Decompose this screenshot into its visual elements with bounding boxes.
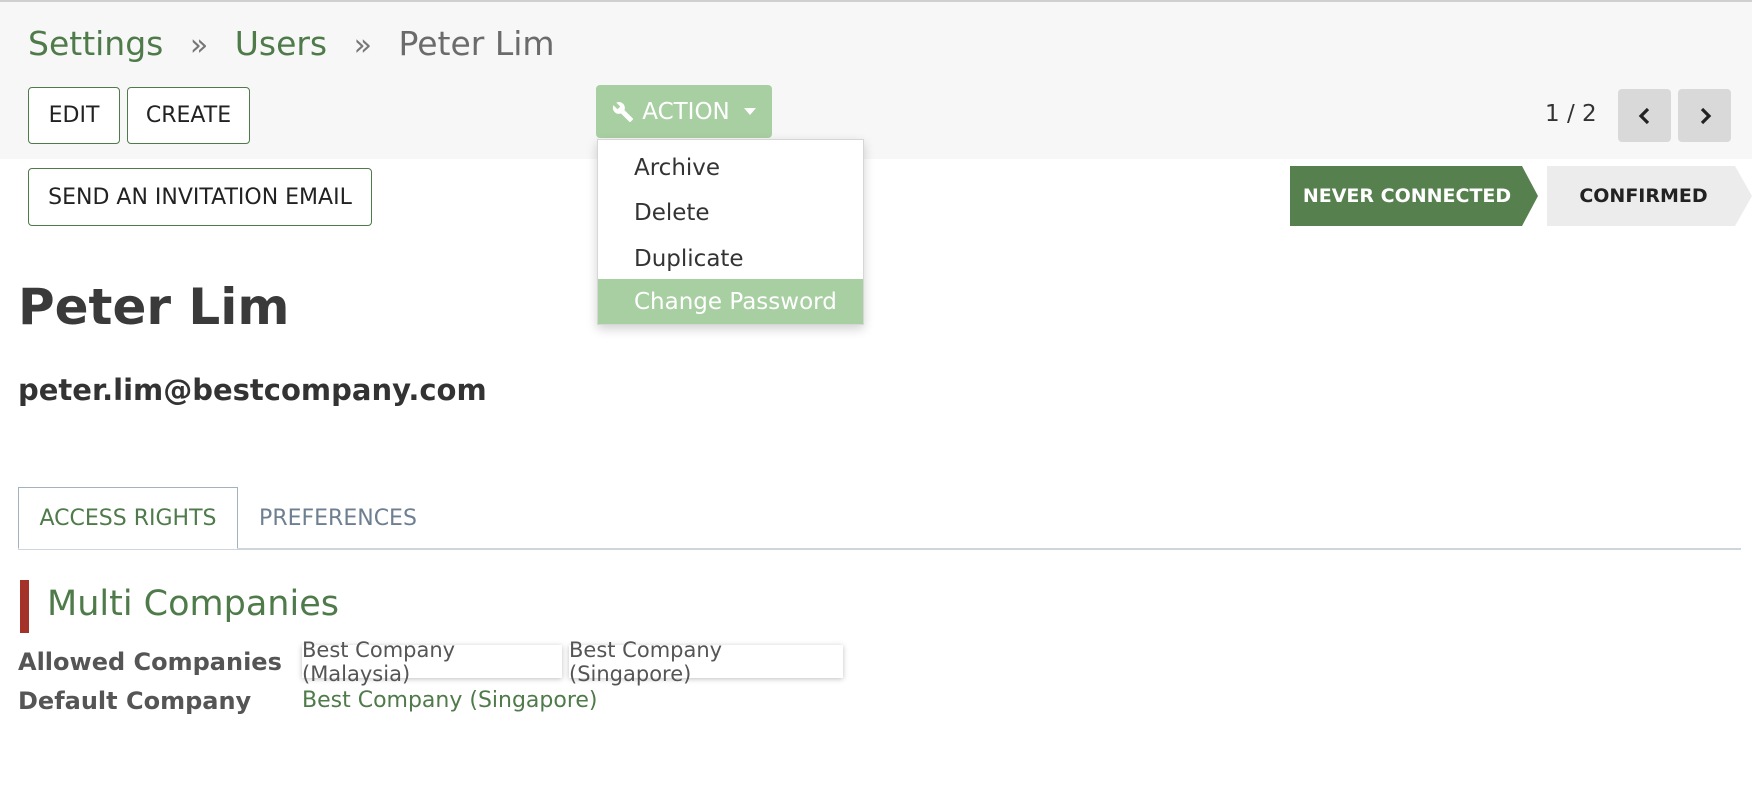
chevron-right-icon bbox=[1695, 106, 1715, 126]
section-title: Multi Companies bbox=[47, 584, 339, 624]
action-label: ACTION bbox=[642, 98, 730, 125]
breadcrumb-current: Peter Lim bbox=[398, 24, 555, 63]
section-accent-bar bbox=[20, 580, 29, 633]
default-company-label: Default Company bbox=[18, 687, 252, 715]
create-button[interactable]: CREATE bbox=[127, 87, 250, 144]
caret-down-icon bbox=[743, 108, 756, 115]
double-chevron-right-icon: » bbox=[189, 28, 209, 63]
allowed-company-tag[interactable]: Best Company (Singapore) bbox=[569, 638, 843, 686]
default-company-link[interactable]: Best Company (Singapore) bbox=[302, 688, 598, 713]
record-name: Peter Lim bbox=[18, 278, 290, 336]
allowed-company-tag[interactable]: Best Company (Malaysia) bbox=[302, 638, 562, 686]
status-confirmed[interactable]: CONFIRMED bbox=[1547, 166, 1752, 226]
pager-previous-button[interactable] bbox=[1618, 89, 1671, 142]
edit-button[interactable]: EDIT bbox=[28, 87, 120, 144]
record-email: peter.lim@bestcompany.com bbox=[18, 373, 487, 407]
breadcrumb-settings-link[interactable]: Settings bbox=[28, 24, 163, 63]
breadcrumb-users-link[interactable]: Users bbox=[235, 24, 327, 63]
menu-item-change-password[interactable]: Change Password bbox=[598, 279, 863, 324]
action-dropdown-menu: Archive Delete Duplicate Change Password bbox=[597, 139, 864, 325]
menu-item-duplicate[interactable]: Duplicate bbox=[598, 236, 863, 281]
action-dropdown-button[interactable]: ACTION bbox=[596, 85, 772, 138]
pager-value: 1 / 2 bbox=[1545, 101, 1597, 127]
breadcrumb: Settings » Users » Peter Lim bbox=[28, 24, 555, 63]
double-chevron-right-icon: » bbox=[353, 28, 372, 63]
menu-item-archive[interactable]: Archive bbox=[598, 145, 863, 190]
control-panel: Settings » Users » Peter Lim EDIT CREATE… bbox=[0, 0, 1752, 159]
menu-item-delete[interactable]: Delete bbox=[598, 190, 863, 235]
tab-access-rights[interactable]: ACCESS RIGHTS bbox=[18, 487, 238, 549]
tab-preferences[interactable]: PREFERENCES bbox=[244, 487, 432, 549]
allowed-companies-label: Allowed Companies bbox=[18, 648, 282, 676]
wrench-icon bbox=[612, 101, 634, 123]
pager-next-button[interactable] bbox=[1678, 89, 1731, 142]
chevron-left-icon bbox=[1635, 106, 1655, 126]
send-invitation-email-button[interactable]: SEND AN INVITATION EMAIL bbox=[28, 168, 372, 226]
status-never-connected[interactable]: NEVER CONNECTED bbox=[1290, 166, 1538, 226]
